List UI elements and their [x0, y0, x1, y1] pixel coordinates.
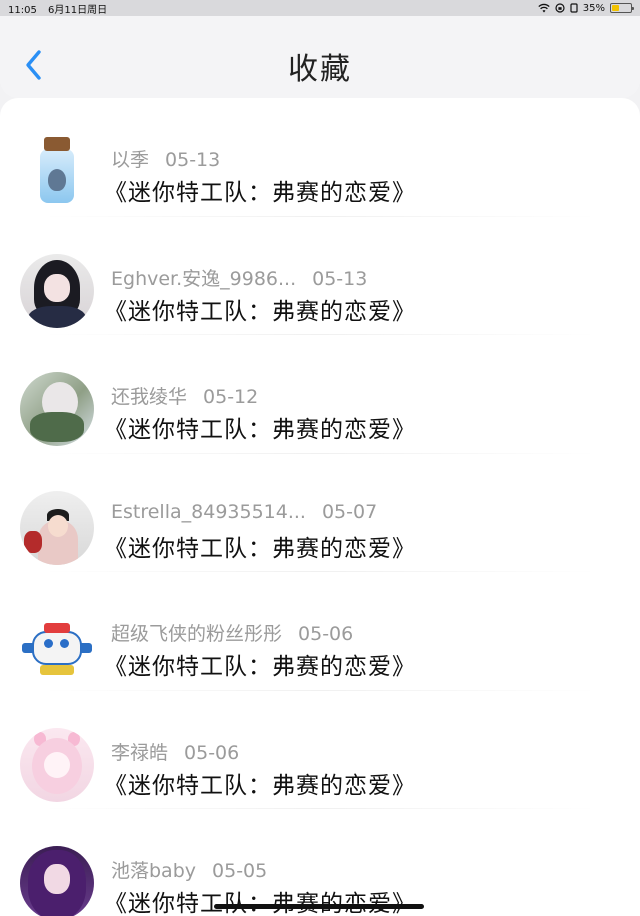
date: 05-06	[298, 623, 354, 645]
item-title[interactable]: 《迷你特工队：弗赛的恋爱》	[104, 647, 416, 681]
avatar[interactable]	[20, 727, 94, 802]
avatar[interactable]	[20, 135, 94, 209]
avatar[interactable]	[20, 372, 94, 446]
orientation-lock-icon	[555, 3, 565, 13]
item-title[interactable]: 《迷你特工队：弗赛的恋爱》	[104, 884, 416, 916]
date: 05-05	[212, 860, 268, 882]
username[interactable]: 以季	[111, 149, 149, 171]
date: 05-13	[165, 149, 221, 171]
item-title[interactable]: 《迷你特工队：弗赛的恋爱》	[104, 410, 416, 444]
avatar[interactable]	[20, 609, 94, 683]
sim-icon	[570, 3, 578, 13]
battery-icon	[610, 3, 634, 13]
item-title[interactable]: 《迷你特工队：弗赛的恋爱》	[104, 292, 416, 326]
favorites-list: 以季 05-13 《迷你特工队：弗赛的恋爱》 Eghver.安逸_9986... 0…	[0, 98, 640, 916]
item-meta: 还我绫华 05-12	[111, 382, 258, 409]
username[interactable]: 池落baby	[111, 860, 196, 882]
page-header: 收藏	[0, 16, 640, 98]
item-meta: 超级飞侠的粉丝彤彤 05-06	[111, 619, 353, 646]
list-item[interactable]: 李禄皓 05-06 《迷你特工队：弗赛的恋爱》	[0, 691, 640, 809]
list-item[interactable]: 超级飞侠的粉丝彤彤 05-06 《迷你特工队：弗赛的恋爱》	[0, 572, 640, 691]
home-indicator[interactable]	[214, 904, 424, 909]
item-meta: 以季 05-13	[111, 145, 220, 172]
avatar[interactable]	[20, 490, 94, 565]
username[interactable]: 李禄皓	[111, 742, 168, 764]
item-meta: 李禄皓 05-06	[111, 738, 239, 765]
date: 05-07	[321, 500, 378, 523]
item-meta: Eghver.安逸_9986... 05-13	[111, 264, 367, 291]
username[interactable]: 还我绫华	[111, 386, 187, 408]
item-title[interactable]: 《迷你特工队：弗赛的恋爱》	[104, 766, 416, 800]
date: 05-12	[203, 386, 259, 408]
username[interactable]: Estrella_84935514...	[111, 501, 306, 523]
list-item[interactable]: Estrella_84935514... 05-07 《迷你特工队：弗赛的恋爱》	[0, 454, 640, 572]
status-date: 6月11日周日	[48, 4, 108, 16]
avatar[interactable]	[20, 253, 94, 328]
page-title: 收藏	[288, 52, 352, 87]
date: 05-13	[312, 267, 368, 290]
date: 05-06	[184, 741, 240, 764]
username[interactable]: Eghver.安逸_9986...	[111, 268, 296, 290]
status-right: 35%	[538, 2, 634, 14]
status-bar: 11:05 6月11日周日 35%	[0, 0, 640, 16]
status-left: 11:05 6月11日周日	[8, 1, 115, 16]
username[interactable]: 超级飞侠的粉丝彤彤	[111, 623, 282, 645]
status-time: 11:05	[8, 4, 37, 16]
list-item[interactable]: 池落baby 05-05 《迷你特工队：弗赛的恋爱》	[0, 809, 640, 916]
item-meta: 池落baby 05-05	[111, 856, 267, 883]
list-item[interactable]: 以季 05-13 《迷你特工队：弗赛的恋爱》	[0, 98, 640, 217]
avatar[interactable]	[20, 846, 94, 916]
item-meta: Estrella_84935514... 05-07	[111, 501, 377, 523]
battery-percent: 35%	[582, 2, 605, 14]
list-item[interactable]: Eghver.安逸_9986... 05-13 《迷你特工队：弗赛的恋爱》	[0, 217, 640, 335]
list-item[interactable]: 还我绫华 05-12 《迷你特工队：弗赛的恋爱》	[0, 335, 640, 454]
wifi-icon	[538, 3, 550, 13]
item-title[interactable]: 《迷你特工队：弗赛的恋爱》	[104, 173, 416, 207]
item-title[interactable]: 《迷你特工队：弗赛的恋爱》	[104, 529, 416, 563]
